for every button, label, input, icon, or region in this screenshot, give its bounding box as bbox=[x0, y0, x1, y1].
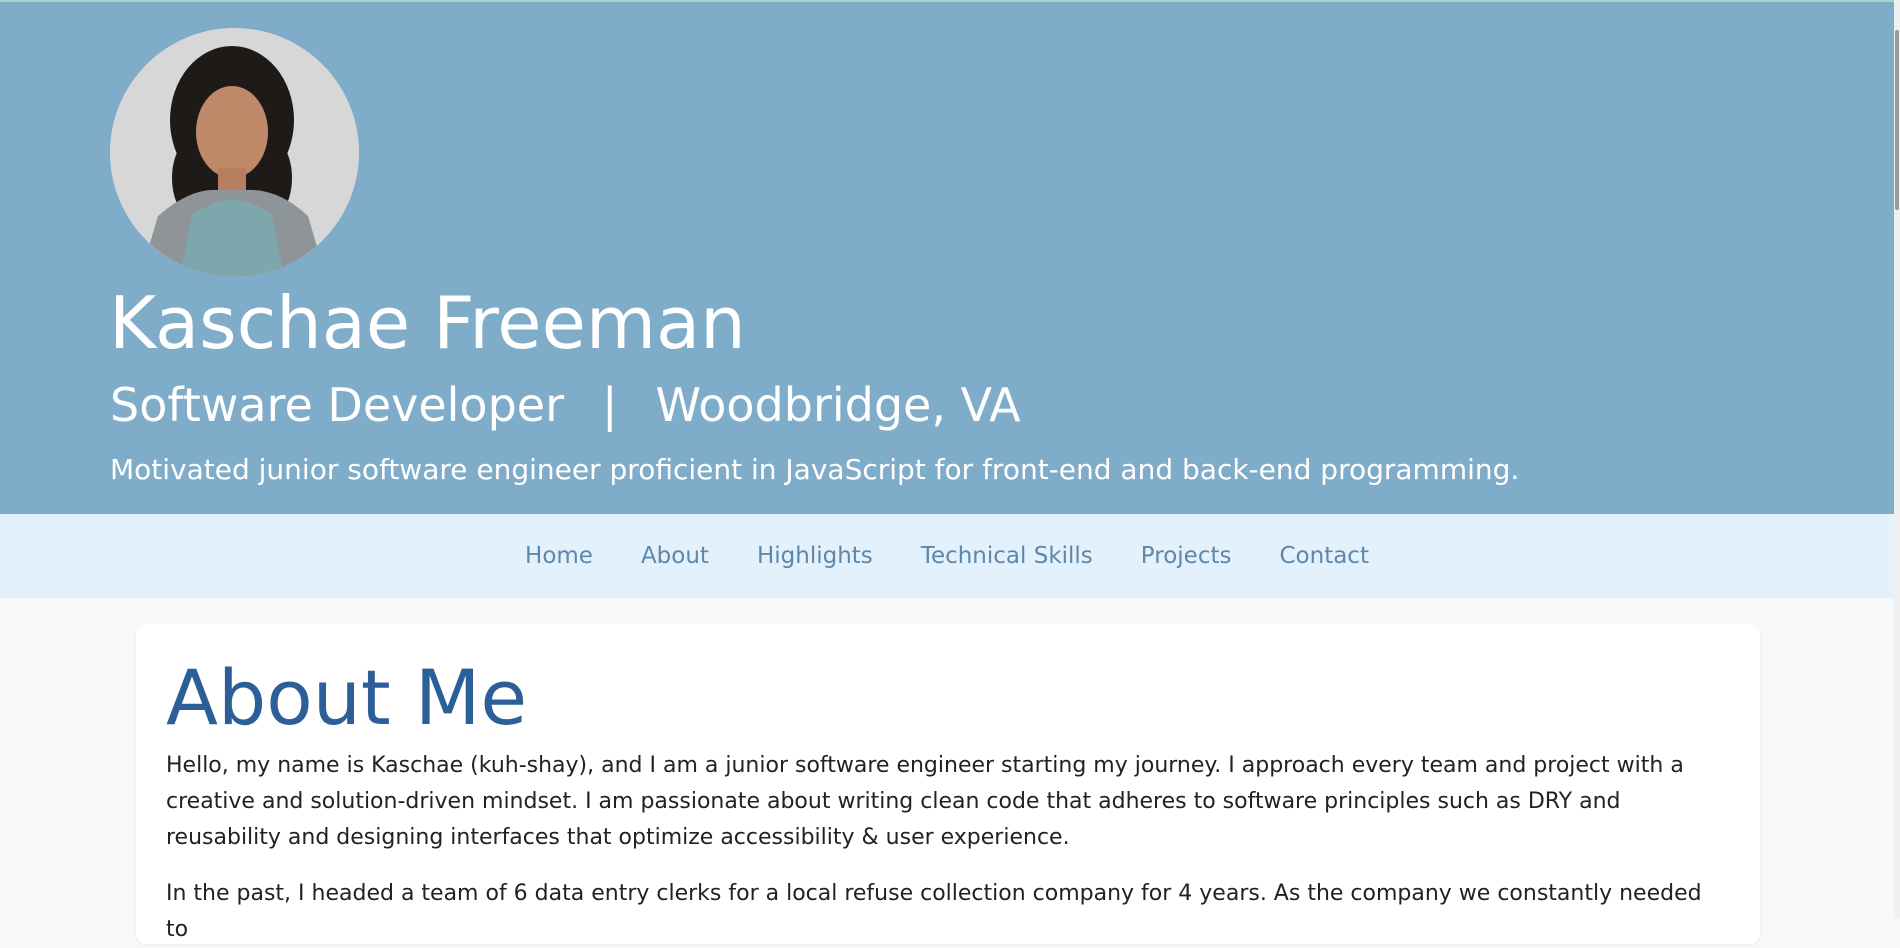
hero-section: Kaschae Freeman Software Developer | Woodb… bbox=[0, 2, 1894, 514]
page-scrollbar[interactable] bbox=[1894, 0, 1900, 918]
main-nav: Home About Highlights Technical Skills P… bbox=[0, 514, 1894, 598]
nav-link-contact[interactable]: Contact bbox=[1279, 543, 1368, 569]
about-heading: About Me bbox=[166, 653, 528, 742]
hero-location: Woodbridge, VA bbox=[655, 378, 1021, 432]
about-paragraph-2: In the past, I headed a team of 6 data e… bbox=[166, 881, 1702, 942]
hero-subtitle: Software Developer | Woodbridge, VA bbox=[110, 376, 1021, 434]
hero-role: Software Developer bbox=[110, 378, 564, 432]
nav-link-about[interactable]: About bbox=[641, 543, 709, 569]
hero-separator: | bbox=[601, 378, 618, 432]
hero-name: Kaschae Freeman bbox=[109, 281, 746, 365]
nav-link-technical-skills[interactable]: Technical Skills bbox=[921, 543, 1093, 569]
profile-photo bbox=[110, 28, 359, 277]
nav-link-highlights[interactable]: Highlights bbox=[757, 543, 873, 569]
about-card: About Me Hello, my name is Kaschae (kuh-… bbox=[136, 624, 1760, 944]
scrollbar-thumb[interactable] bbox=[1895, 30, 1899, 210]
nav-link-projects[interactable]: Projects bbox=[1141, 543, 1232, 569]
hero-tagline: Motivated junior software engineer profi… bbox=[110, 453, 1520, 486]
nav-link-home[interactable]: Home bbox=[525, 543, 593, 569]
about-paragraph-1: Hello, my name is Kaschae (kuh-shay), an… bbox=[166, 753, 1684, 850]
